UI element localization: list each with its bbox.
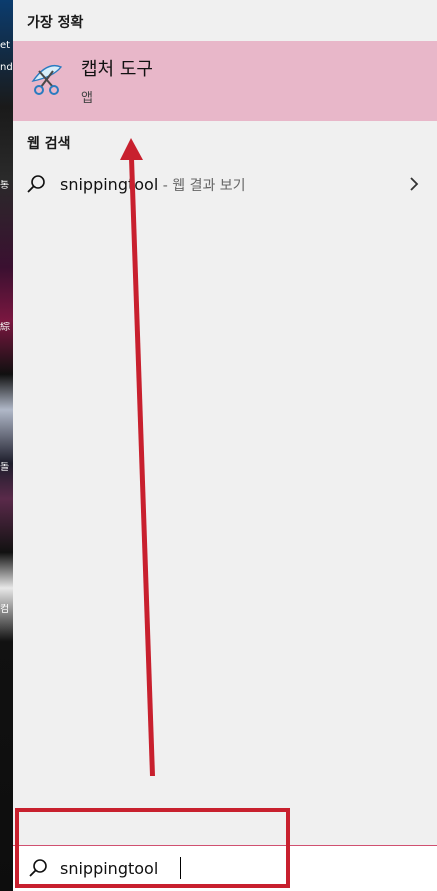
desktop-icon-label: 통 (0, 180, 10, 191)
text-caret (180, 857, 181, 879)
desktop-icon-label: 綜 (0, 322, 10, 333)
app-name: 캡처 도구 (81, 59, 153, 80)
desktop-icon-label: 돌 (0, 462, 10, 473)
web-search-header: 웹 검색 (27, 136, 71, 152)
app-type-label: 앱 (81, 91, 93, 106)
best-match-item[interactable]: 캡처 도구 앱 (13, 41, 437, 121)
best-match-header: 가장 정확 (27, 15, 84, 31)
desktop-background: et nd 통 綜 돌 컴 (0, 0, 13, 891)
search-icon (29, 859, 47, 877)
desktop-icon-label: et (0, 40, 11, 51)
search-icon (27, 175, 45, 193)
web-search-term: snippingtool (60, 175, 159, 194)
desktop-icon-label: nd (0, 62, 13, 73)
taskbar-search-box[interactable] (13, 845, 437, 891)
web-results-hint: - 웹 결과 보기 (158, 178, 246, 194)
snipping-tool-scissors-icon (31, 64, 63, 95)
desktop-icon-label: 컴 (0, 604, 10, 615)
web-search-query: snippingtool - 웹 결과 보기 (60, 175, 246, 195)
web-search-result[interactable]: snippingtool - 웹 결과 보기 (13, 165, 437, 205)
chevron-right-icon[interactable] (407, 175, 421, 193)
screen: et nd 통 綜 돌 컴 가장 정확 캡처 도구 앱 웹 검색 snippin… (0, 0, 437, 891)
search-results-pane: 가장 정확 캡처 도구 앱 웹 검색 snippingtool - 웹 결과 보… (13, 0, 437, 845)
search-input[interactable] (60, 854, 420, 882)
